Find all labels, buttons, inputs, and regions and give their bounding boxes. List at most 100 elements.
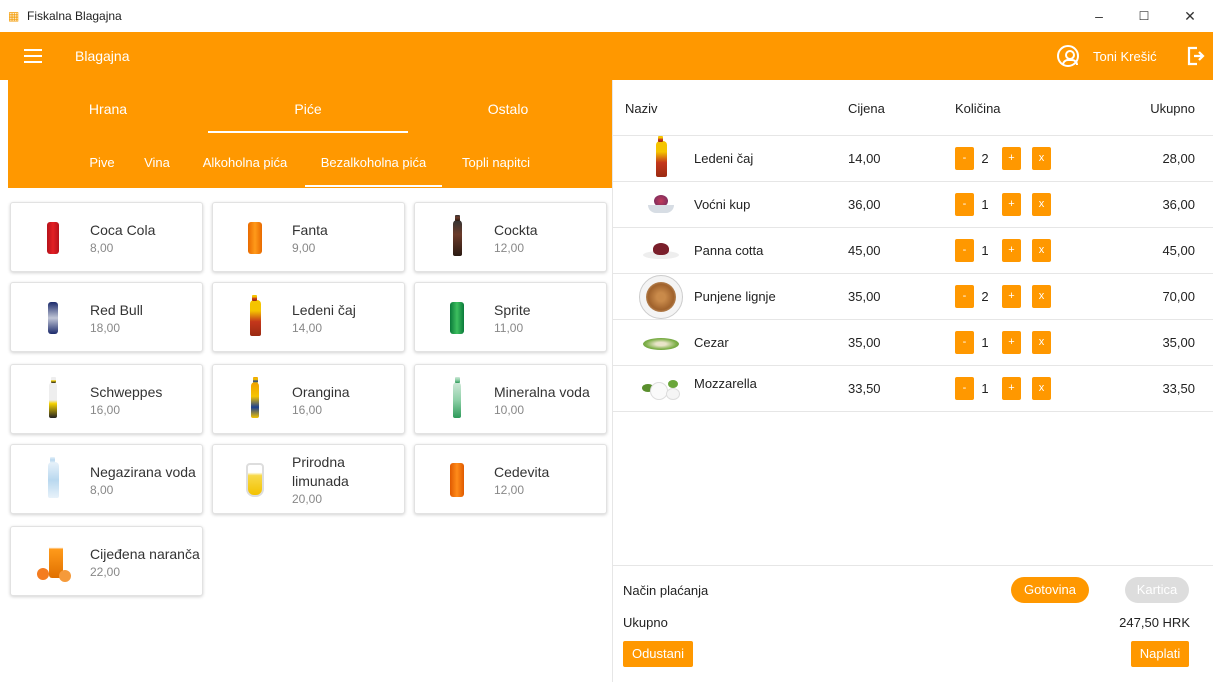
- window-titlebar: ▦ Fiskalna Blagajna – ☐ ✕: [0, 0, 1213, 32]
- dessert-icon: [637, 232, 685, 270]
- order-table-header: Naziv Cijena Količina Ukupno: [613, 80, 1213, 136]
- order-item-name: Ledeni čaj: [694, 151, 754, 166]
- cancel-button[interactable]: Odustani: [623, 641, 693, 667]
- salad-icon: [637, 324, 685, 362]
- user-icon[interactable]: [1057, 45, 1079, 67]
- order-item-price: 45,00: [848, 243, 881, 258]
- tab-ostalo[interactable]: Ostalo: [408, 80, 608, 138]
- card-payment-button[interactable]: Kartica: [1125, 577, 1189, 603]
- product-card[interactable]: Negazirana voda 8,00: [10, 444, 203, 514]
- cash-payment-button[interactable]: Gotovina: [1011, 577, 1089, 603]
- mozzarella-icon: [637, 370, 685, 408]
- increase-quantity-button[interactable]: +: [1002, 193, 1021, 216]
- decrease-quantity-button[interactable]: -: [955, 193, 974, 216]
- remove-item-button[interactable]: x: [1032, 331, 1051, 354]
- subtab-topli-napitci[interactable]: Topli napitci: [451, 138, 541, 188]
- maximize-button[interactable]: ☐: [1121, 4, 1167, 28]
- subtab-pive[interactable]: Pive: [80, 138, 124, 188]
- order-item-name: Mozzarella: [694, 376, 757, 391]
- order-item-total: 35,00: [1162, 335, 1195, 350]
- order-item-total: 28,00: [1162, 151, 1195, 166]
- product-card[interactable]: Cedevita 12,00: [414, 444, 607, 514]
- order-row: Voćni kup 36,00 - 1 + x 36,00: [613, 182, 1213, 228]
- subtab-vina[interactable]: Vina: [136, 138, 178, 188]
- order-item-price: 33,50: [848, 381, 881, 396]
- pay-button[interactable]: Naplati: [1131, 641, 1189, 667]
- orangina-icon: [235, 377, 275, 421]
- product-name: Schweppes: [90, 383, 163, 400]
- order-row: Panna cotta 45,00 - 1 + x 45,00: [613, 228, 1213, 274]
- order-panel: Naziv Cijena Količina Ukupno Ledeni čaj …: [612, 80, 1213, 682]
- remove-item-button[interactable]: x: [1032, 239, 1051, 262]
- lemonade-icon: [235, 459, 275, 501]
- product-price: 10,00: [494, 402, 525, 417]
- product-price: 9,00: [292, 240, 316, 255]
- ice-tea-icon: [235, 295, 275, 339]
- decrease-quantity-button[interactable]: -: [955, 331, 974, 354]
- decrease-quantity-button[interactable]: -: [955, 285, 974, 308]
- increase-quantity-button[interactable]: +: [1002, 331, 1021, 354]
- order-footer: Način plaćanja Gotovina Kartica Ukupno 2…: [613, 565, 1213, 682]
- product-card[interactable]: Cijeđena naranča 22,00: [10, 526, 203, 596]
- fruit-bowl-icon: [637, 186, 685, 224]
- product-price: 14,00: [292, 320, 323, 335]
- increase-quantity-button[interactable]: +: [1002, 239, 1021, 262]
- menu-icon[interactable]: [24, 49, 42, 63]
- app-bar: Blagajna Toni Krešić: [0, 32, 1213, 80]
- product-card[interactable]: Mineralna voda 10,00: [414, 364, 607, 434]
- remove-item-button[interactable]: x: [1032, 193, 1051, 216]
- product-card[interactable]: Red Bull 18,00: [10, 282, 203, 352]
- remove-item-button[interactable]: x: [1032, 377, 1051, 400]
- product-name: Mineralna voda: [494, 383, 590, 400]
- mineral-water-icon: [437, 377, 477, 421]
- remove-item-button[interactable]: x: [1032, 147, 1051, 170]
- subcategory-tabs: Pive Vina Alkoholna pića Bezalkoholna pi…: [8, 138, 612, 188]
- increase-quantity-button[interactable]: +: [1002, 147, 1021, 170]
- tab-hrana[interactable]: Hrana: [8, 80, 208, 138]
- plate-icon: [637, 275, 685, 319]
- tab-pice[interactable]: Piće: [208, 80, 408, 138]
- subtab-bezalkoholna-pica[interactable]: Bezalkoholna pića: [305, 138, 442, 188]
- product-card[interactable]: Fanta 9,00: [212, 202, 405, 272]
- order-item-quantity: 1: [981, 197, 989, 212]
- product-name: Prirodna limunada: [292, 454, 349, 489]
- ice-tea-icon: [637, 136, 685, 178]
- decrease-quantity-button[interactable]: -: [955, 147, 974, 170]
- decrease-quantity-button[interactable]: -: [955, 377, 974, 400]
- user-name[interactable]: Toni Krešić: [1093, 49, 1157, 64]
- product-name: Fanta: [292, 221, 328, 238]
- app-title: Blagajna: [75, 48, 130, 64]
- remove-item-button[interactable]: x: [1032, 285, 1051, 308]
- order-row: Ledeni čaj 14,00 - 2 + x 28,00: [613, 136, 1213, 182]
- still-water-icon: [33, 457, 73, 501]
- cockta-icon: [437, 215, 477, 259]
- order-row: Cezar 35,00 - 1 + x 35,00: [613, 320, 1213, 366]
- minimize-button[interactable]: –: [1076, 4, 1122, 28]
- product-card[interactable]: Sprite 11,00: [414, 282, 607, 352]
- increase-quantity-button[interactable]: +: [1002, 377, 1021, 400]
- logout-icon[interactable]: [1187, 46, 1205, 66]
- product-card[interactable]: Prirodna limunada 20,00: [212, 444, 405, 514]
- product-price: 8,00: [90, 482, 114, 497]
- cedevita-icon: [437, 459, 477, 501]
- product-card[interactable]: Cockta 12,00: [414, 202, 607, 272]
- increase-quantity-button[interactable]: +: [1002, 285, 1021, 308]
- order-item-quantity: 1: [981, 243, 989, 258]
- product-price: 11,00: [494, 320, 524, 335]
- product-name: Red Bull: [90, 301, 143, 318]
- close-button[interactable]: ✕: [1167, 4, 1213, 28]
- product-card[interactable]: Coca Cola 8,00: [10, 202, 203, 272]
- product-name: Orangina: [292, 383, 350, 400]
- decrease-quantity-button[interactable]: -: [955, 239, 974, 262]
- product-card[interactable]: Orangina 16,00: [212, 364, 405, 434]
- order-item-total: 45,00: [1162, 243, 1195, 258]
- order-item-price: 35,00: [848, 289, 881, 304]
- subtab-alkoholna-pica[interactable]: Alkoholna pića: [194, 138, 296, 188]
- coca-cola-icon: [33, 217, 73, 259]
- order-item-quantity: 1: [981, 335, 989, 350]
- product-card[interactable]: Ledeni čaj 14,00: [212, 282, 405, 352]
- order-item-name: Cezar: [694, 335, 729, 350]
- order-item-price: 35,00: [848, 335, 881, 350]
- order-item-name: Punjene lignje: [694, 289, 776, 304]
- product-card[interactable]: Schweppes 16,00: [10, 364, 203, 434]
